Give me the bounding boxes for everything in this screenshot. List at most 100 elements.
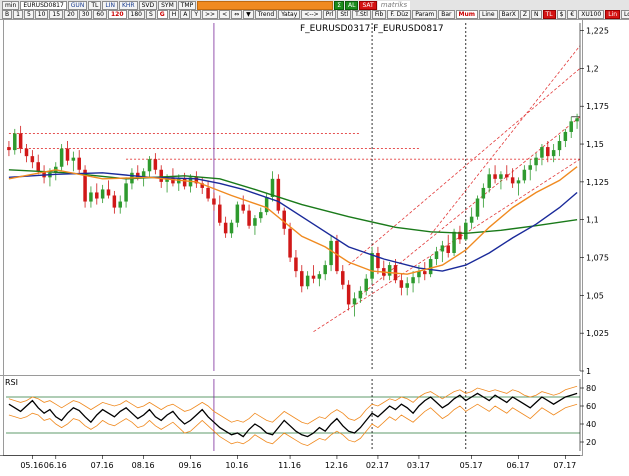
candle[interactable] (153, 153, 158, 175)
toolbar-bottom-button-11[interactable]: G (156, 10, 168, 19)
candle[interactable] (112, 190, 117, 214)
price-chart[interactable]: 1,225 1,2 1,175 1,15 1,125 1,1 1,075 1,05 1,025 1… (0, 19, 629, 375)
candle[interactable] (247, 204, 251, 229)
candle[interactable] (300, 265, 304, 293)
toolbar-bottom-button-38[interactable]: Lin (605, 10, 620, 19)
candle[interactable] (575, 113, 579, 129)
toolbar-bottom-button-16[interactable]: < (219, 10, 231, 19)
toolbar-bottom-button-1[interactable]: 1 (13, 10, 23, 19)
candle[interactable] (276, 174, 281, 214)
toolbar-bottom-button-21[interactable]: <--> (301, 10, 322, 19)
toolbar-top-button-13[interactable]: matriks (377, 1, 411, 10)
toolbar-top-button-10[interactable]: Σ (334, 1, 345, 10)
candle[interactable] (59, 144, 64, 172)
candle[interactable] (510, 168, 515, 188)
candle[interactable] (89, 186, 93, 208)
candle[interactable] (440, 240, 445, 263)
toolbar-top-button-7[interactable]: SYM (158, 1, 177, 10)
candle[interactable] (317, 271, 322, 287)
candle[interactable] (270, 171, 275, 202)
toolbar-top-button-3[interactable]: TL (88, 1, 102, 10)
candle[interactable] (569, 116, 573, 138)
candle[interactable] (352, 292, 357, 317)
toolbar-bottom-button-13[interactable]: A (180, 10, 191, 19)
candle[interactable] (264, 192, 269, 216)
candle[interactable] (206, 180, 210, 202)
candle[interactable] (370, 246, 374, 284)
candle[interactable] (241, 195, 245, 214)
candle[interactable] (387, 262, 392, 281)
toolbar-top-button-11[interactable]: AL (345, 1, 359, 10)
candle[interactable] (411, 271, 415, 293)
candle[interactable] (323, 260, 327, 281)
toolbar-bottom-button-33[interactable]: N (531, 10, 542, 19)
toolbar-top-button-8[interactable]: TMP (177, 1, 197, 10)
toolbar-bottom-button-31[interactable]: BarX (498, 10, 519, 19)
candle[interactable] (18, 125, 23, 154)
candle[interactable] (259, 207, 263, 223)
candle[interactable] (294, 249, 298, 278)
candle[interactable] (458, 225, 462, 244)
candle[interactable] (106, 180, 111, 199)
candle[interactable] (118, 195, 122, 214)
toolbar-top-button-2[interactable]: GUN (67, 1, 88, 10)
rsi-panel[interactable]: 80 60 40 20 RSI (0, 375, 629, 455)
candle[interactable] (557, 134, 562, 157)
candle[interactable] (446, 234, 450, 258)
candle[interactable] (405, 277, 409, 296)
candle[interactable] (434, 246, 439, 266)
toolbar-bottom-button-25[interactable]: Fib (371, 10, 387, 19)
candle[interactable] (235, 201, 240, 228)
candle[interactable] (475, 195, 480, 220)
candle[interactable] (399, 274, 404, 296)
candle[interactable] (311, 265, 316, 284)
candle[interactable] (469, 207, 474, 229)
candle[interactable] (464, 219, 468, 241)
candle[interactable] (212, 192, 216, 211)
toolbar-bottom-button-30[interactable]: Line (479, 10, 498, 19)
candle[interactable] (428, 256, 433, 278)
candle[interactable] (346, 280, 351, 311)
candle[interactable] (77, 150, 81, 175)
toolbar-bottom-button-3[interactable]: 10 (34, 10, 49, 19)
toolbar-bottom-button-20[interactable]: Yatay (278, 10, 301, 19)
candle[interactable] (30, 150, 35, 169)
candle[interactable] (493, 165, 497, 184)
toolbar-bottom-button-34[interactable]: TL (542, 10, 556, 19)
candle[interactable] (305, 271, 310, 290)
candle[interactable] (528, 159, 532, 181)
toolbar-top-button-4[interactable]: LIN (102, 1, 118, 10)
candle[interactable] (563, 128, 568, 148)
toolbar-top-button-5[interactable]: KHR (118, 1, 138, 10)
candle[interactable] (376, 246, 380, 275)
toolbar-bottom-button-14[interactable]: Y (191, 10, 202, 19)
toolbar-bottom-button-7[interactable]: 60 (93, 10, 107, 19)
candle[interactable] (382, 260, 386, 281)
toolbar-bottom-button-12[interactable]: H (168, 10, 180, 19)
toolbar-top-button-9[interactable] (197, 1, 334, 10)
candle[interactable] (487, 168, 491, 193)
toolbar-bottom-button-29[interactable]: Mum (455, 10, 479, 19)
candle[interactable] (329, 234, 333, 272)
toolbar-bottom-button-8[interactable]: 120 (107, 10, 127, 19)
candle[interactable] (223, 216, 228, 238)
toolbar-top-button-1[interactable]: EURUSD0817 (20, 1, 67, 10)
candle[interactable] (481, 183, 486, 208)
toolbar-bottom-button-18[interactable]: ▼ (243, 10, 254, 19)
toolbar-top-button-6[interactable]: SVD (138, 1, 158, 10)
candle[interactable] (229, 219, 234, 238)
toolbar-bottom-button-17[interactable]: ⇔ (231, 10, 243, 19)
candle[interactable] (534, 153, 538, 172)
candle[interactable] (54, 162, 58, 181)
toolbar-bottom-button-15[interactable]: >> (202, 10, 219, 19)
toolbar-bottom-button-6[interactable]: 30 (78, 10, 93, 19)
toolbar-bottom-button-10[interactable]: S (145, 10, 156, 19)
toolbar-bottom-button-2[interactable]: 5 (23, 10, 34, 19)
candle[interactable] (124, 177, 128, 208)
toolbar-bottom-button-26[interactable]: F. Düz (387, 10, 412, 19)
toolbar-bottom-button-19[interactable]: Trend (254, 10, 278, 19)
candle[interactable] (7, 141, 11, 157)
toolbar-bottom-button-22[interactable]: Prl (322, 10, 337, 19)
candle[interactable] (65, 141, 70, 166)
candle[interactable] (522, 165, 527, 184)
